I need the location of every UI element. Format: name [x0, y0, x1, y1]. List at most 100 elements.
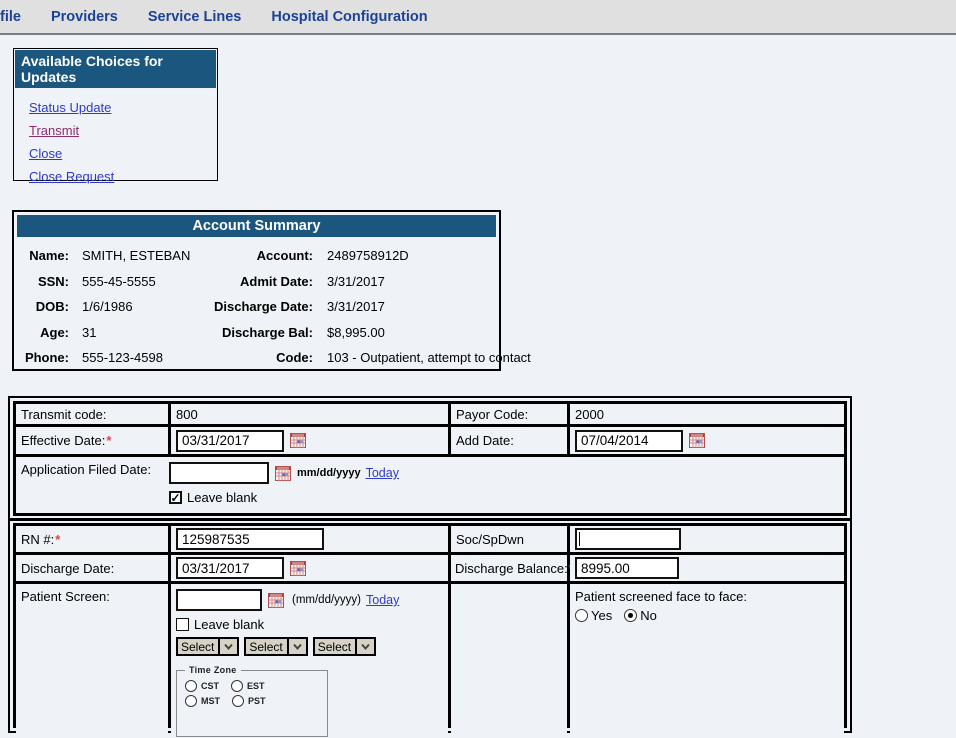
available-choices-header: Available Choices for Updates: [15, 50, 216, 88]
account-summary-row: Name: SMITH, ESTEBAN Account: 2489758912…: [17, 243, 496, 269]
cst-radio[interactable]: [185, 680, 197, 692]
soc-spdwn-cell: [570, 526, 844, 552]
date-format-hint: (mm/dd/yyyy): [292, 594, 361, 606]
leave-blank-checkbox[interactable]: ✓: [169, 491, 182, 504]
cst-label: CST: [201, 681, 219, 691]
admit-date-value: 3/31/2017: [313, 274, 496, 289]
payor-code-value-cell: 2000: [570, 404, 844, 424]
payor-code-value: 2000: [575, 407, 604, 422]
transmit-code-value-cell: 800: [171, 404, 448, 424]
account-label: Account:: [215, 248, 313, 263]
transmit-code-value: 800: [176, 407, 198, 422]
name-label: Name:: [17, 248, 69, 263]
leave-blank-label: Leave blank: [194, 617, 264, 632]
leave-blank-checkbox[interactable]: [176, 618, 189, 631]
calendar-icon[interactable]: [290, 433, 306, 448]
time-zone-legend: Time Zone: [185, 665, 241, 675]
face-to-face-no-radio[interactable]: [624, 609, 637, 622]
transmit-code-label-cell: Transmit code:: [16, 404, 168, 424]
discharge-date-cell: [171, 555, 448, 581]
pst-radio[interactable]: [232, 695, 244, 707]
application-filed-date-cell: Application Filed Date: mm/dd/yyyy Today: [16, 457, 844, 513]
nav-item-file[interactable]: file: [0, 9, 21, 25]
calendar-icon[interactable]: [275, 466, 291, 481]
chevron-down-icon: [287, 639, 306, 654]
required-marker: *: [106, 433, 111, 448]
chevron-down-icon: [355, 639, 374, 654]
est-radio[interactable]: [231, 680, 243, 692]
patient-screen-select-1[interactable]: Select: [176, 637, 239, 656]
discharge-date-input[interactable]: [176, 557, 284, 579]
soc-spdwn-input[interactable]: [575, 528, 681, 550]
chevron-down-icon: [218, 639, 237, 654]
mst-radio[interactable]: [185, 695, 197, 707]
available-choices-panel: Available Choices for Updates Status Upd…: [13, 48, 218, 181]
add-date-label-cell: Add Date:: [451, 427, 567, 454]
add-date-label: Add Date:: [456, 433, 514, 448]
link-status-update[interactable]: Status Update: [29, 96, 216, 119]
link-transmit[interactable]: Transmit: [29, 119, 216, 142]
est-label: EST: [247, 681, 265, 691]
mst-label: MST: [201, 696, 220, 706]
nav-item-hospital-configuration[interactable]: Hospital Configuration: [271, 9, 427, 25]
effective-date-label-cell: Effective Date:*: [16, 427, 168, 454]
discharge-date-label-cell: Discharge Date:: [16, 555, 168, 581]
face-to-face-yes-radio[interactable]: [575, 609, 588, 622]
age-label: Age:: [17, 325, 69, 340]
phone-value: 555-123-4598: [69, 350, 215, 365]
application-filed-date-input[interactable]: [169, 462, 269, 484]
discharge-balance-input[interactable]: [575, 557, 679, 579]
account-summary-row: Age: 31 Discharge Bal: $8,995.00: [17, 320, 496, 346]
dob-value: 1/6/1986: [69, 299, 215, 314]
effective-date-input[interactable]: [176, 430, 284, 452]
empty-cell: [451, 584, 567, 738]
discharge-balance-cell: [570, 555, 844, 581]
code-label: Code:: [215, 350, 313, 365]
pst-label: PST: [248, 696, 266, 706]
effective-date-cell: [171, 427, 448, 454]
rn-number-label: RN #:: [21, 532, 54, 547]
phone-label: Phone:: [17, 350, 69, 365]
payor-code-label-cell: Payor Code:: [451, 404, 567, 424]
link-close-request[interactable]: Close Request: [29, 165, 216, 188]
dob-label: DOB:: [17, 299, 69, 314]
leave-blank-label: Leave blank: [187, 490, 257, 505]
discharge-date-field-label: Discharge Date:: [21, 561, 114, 576]
soc-spdwn-label-cell: Soc/SpDwn: [451, 526, 567, 552]
discharge-details-table: RN #:* Soc/SpDwn Discharge Date:: [8, 518, 852, 733]
link-close[interactable]: Close: [29, 142, 216, 165]
calendar-icon[interactable]: [290, 561, 306, 576]
payor-code-label: Payor Code:: [456, 407, 528, 422]
face-to-face-cell: Patient screened face to face: Yes No: [570, 584, 844, 738]
patient-screen-label-cell: Patient Screen:: [16, 584, 168, 738]
account-summary-row: Phone: 555-123-4598 Code: 103 - Outpatie…: [17, 345, 496, 371]
account-summary-row: DOB: 1/6/1986 Discharge Date: 3/31/2017: [17, 294, 496, 320]
calendar-icon[interactable]: [689, 433, 705, 448]
name-value: SMITH, ESTEBAN: [69, 248, 215, 263]
add-date-input[interactable]: [575, 430, 683, 452]
patient-screen-date-input[interactable]: [176, 589, 262, 611]
select-value: Select: [246, 639, 286, 654]
discharge-balance-label: Discharge Balance:: [455, 561, 568, 576]
select-value: Select: [315, 639, 355, 654]
discharge-date-value: 3/31/2017: [313, 299, 496, 314]
rn-cell: [171, 526, 448, 552]
discharge-bal-value: $8,995.00: [313, 325, 496, 340]
yes-label: Yes: [591, 608, 612, 623]
patient-screen-select-3[interactable]: Select: [313, 637, 376, 656]
nav-item-providers[interactable]: Providers: [51, 9, 118, 25]
account-summary-header: Account Summary: [17, 215, 496, 237]
rn-number-input[interactable]: [176, 528, 324, 550]
account-summary-row: SSN: 555-45-5555 Admit Date: 3/31/2017: [17, 269, 496, 295]
patient-screen-select-2[interactable]: Select: [244, 637, 307, 656]
patient-screen-label: Patient Screen:: [21, 589, 110, 604]
time-zone-fieldset: Time Zone CST EST MST PST: [176, 665, 328, 737]
today-link[interactable]: Today: [366, 593, 399, 607]
face-to-face-label: Patient screened face to face:: [575, 589, 747, 604]
transmit-code-label: Transmit code:: [21, 407, 107, 422]
nav-item-service-lines[interactable]: Service Lines: [148, 9, 242, 25]
admit-date-label: Admit Date:: [215, 274, 313, 289]
calendar-icon[interactable]: [268, 593, 284, 608]
application-filed-date-label: Application Filed Date:: [21, 462, 169, 477]
today-link[interactable]: Today: [366, 466, 399, 480]
